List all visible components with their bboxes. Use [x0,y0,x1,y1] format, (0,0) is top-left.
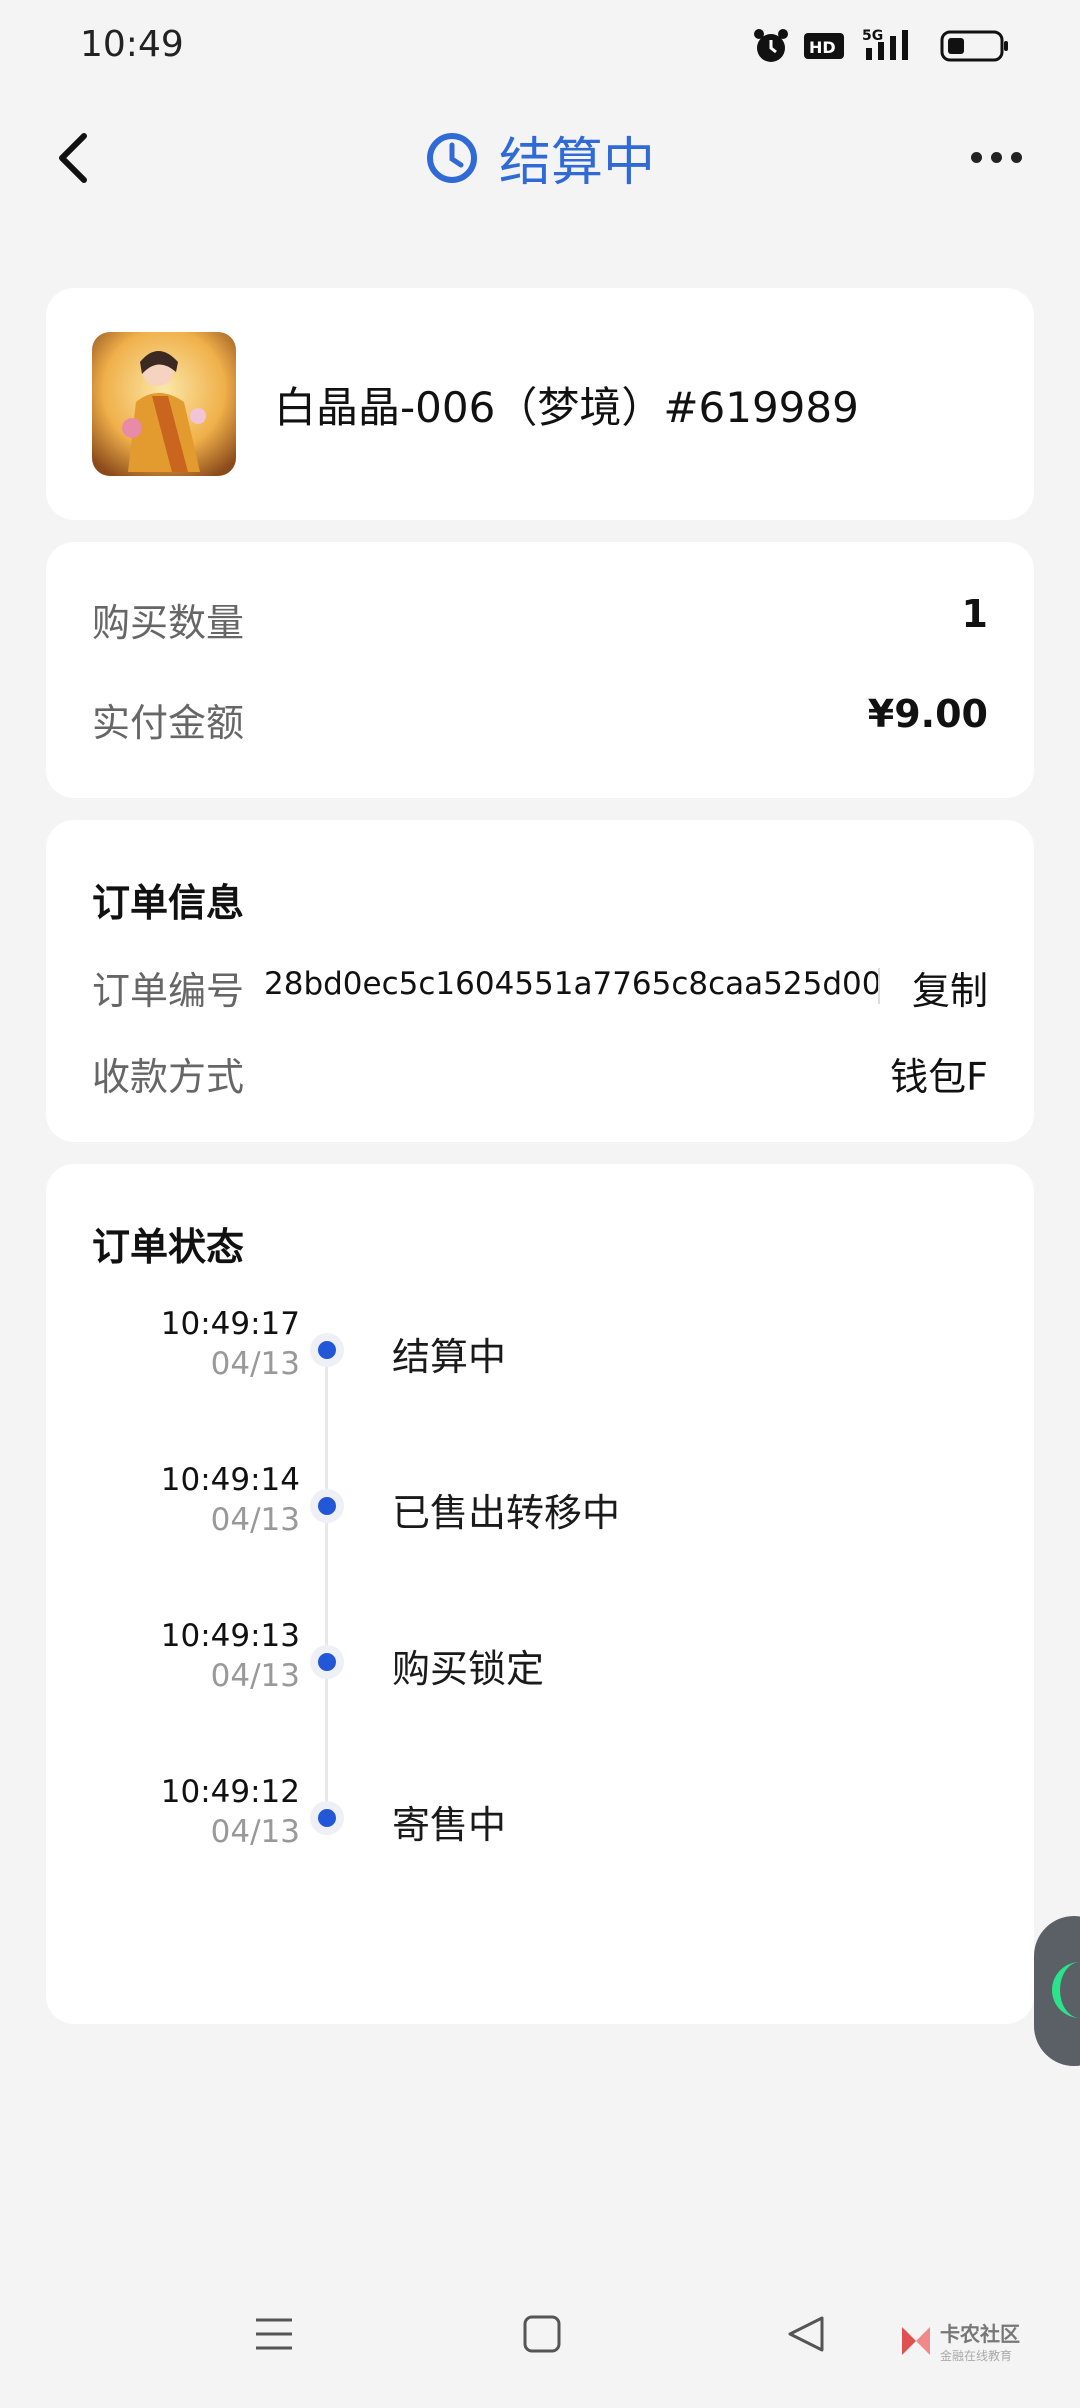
timeline-date: 04/13 [210,1658,300,1694]
timeline-event: 结算中 [392,1335,507,1379]
more-options-icon[interactable] [971,152,1022,163]
timeline-dot [318,1653,336,1671]
timeline-event: 已售出转移中 [392,1491,621,1535]
product-thumbnail [92,332,236,476]
timeline-dot [318,1809,336,1827]
order-status-card: 订单状态 10:49:17 04/13 结算中 10:49:14 04/13 已… [46,1164,1034,2024]
quantity-label: 购买数量 [92,601,245,645]
battery-icon [940,30,1008,62]
purchase-summary-card: 购买数量 1 实付金额 ¥9.00 [46,542,1034,798]
page-title: 结算中 [498,133,655,193]
home-icon[interactable] [522,2314,562,2354]
timeline-dot [318,1497,336,1515]
payment-method-label: 收款方式 [92,1055,245,1099]
watermark-tagline: 金融在线教育 [940,2349,1013,2363]
timeline-time: 10:49:12 [160,1774,300,1810]
menu-icon[interactable] [254,2314,294,2354]
amount-value: ¥9.00 [867,692,988,736]
quantity-value: 1 [961,592,988,636]
hd-icon: HD [804,33,844,59]
timeline-time: 10:49:13 [160,1618,300,1654]
order-number-value: 28bd0ec5c1604551a7765c8caa525d00 [264,966,882,1002]
amount-label: 实付金额 [92,701,245,745]
signal-5g-icon: 5G [862,28,908,60]
order-info-title: 订单信息 [92,881,245,925]
timeline-time: 10:49:17 [160,1306,300,1342]
back-nav-icon[interactable] [786,2314,826,2354]
header-title-group: 结算中 [0,120,1080,195]
svg-text:5G: 5G [862,28,883,44]
copy-button[interactable]: 复制 [912,960,988,1015]
timeline-date: 04/13 [210,1346,300,1382]
watermark-name: 卡农社区 [940,2322,1020,2346]
timeline-date: 04/13 [210,1502,300,1538]
order-number-label: 订单编号 [92,969,245,1013]
clock-icon [426,132,477,183]
order-info-card: 订单信息 订单编号 28bd0ec5c1604551a7765c8caa525d… [46,820,1034,1142]
alarm-icon [754,29,788,62]
status-icons: HD 5G [752,26,1010,66]
timeline-event: 寄售中 [392,1803,507,1847]
timeline-line [325,1348,328,1818]
payment-method-value: 钱包F [890,1055,988,1099]
product-name: 白晶晶-006（梦境）#619989 [274,383,859,432]
timeline-time: 10:49:14 [160,1462,300,1498]
watermark-logo-icon [902,2327,930,2355]
watermark: 卡农社区 金融在线教育 [898,2318,1020,2364]
timeline-dot [318,1341,336,1359]
timeline-event: 购买锁定 [392,1647,545,1691]
svg-text:HD: HD [809,38,836,57]
status-time: 10:49 [80,24,184,65]
order-status-title: 订单状态 [92,1225,245,1269]
product-card[interactable]: 白晶晶-006（梦境）#619989 [46,288,1034,520]
timeline-date: 04/13 [210,1814,300,1850]
divider [878,968,880,1004]
